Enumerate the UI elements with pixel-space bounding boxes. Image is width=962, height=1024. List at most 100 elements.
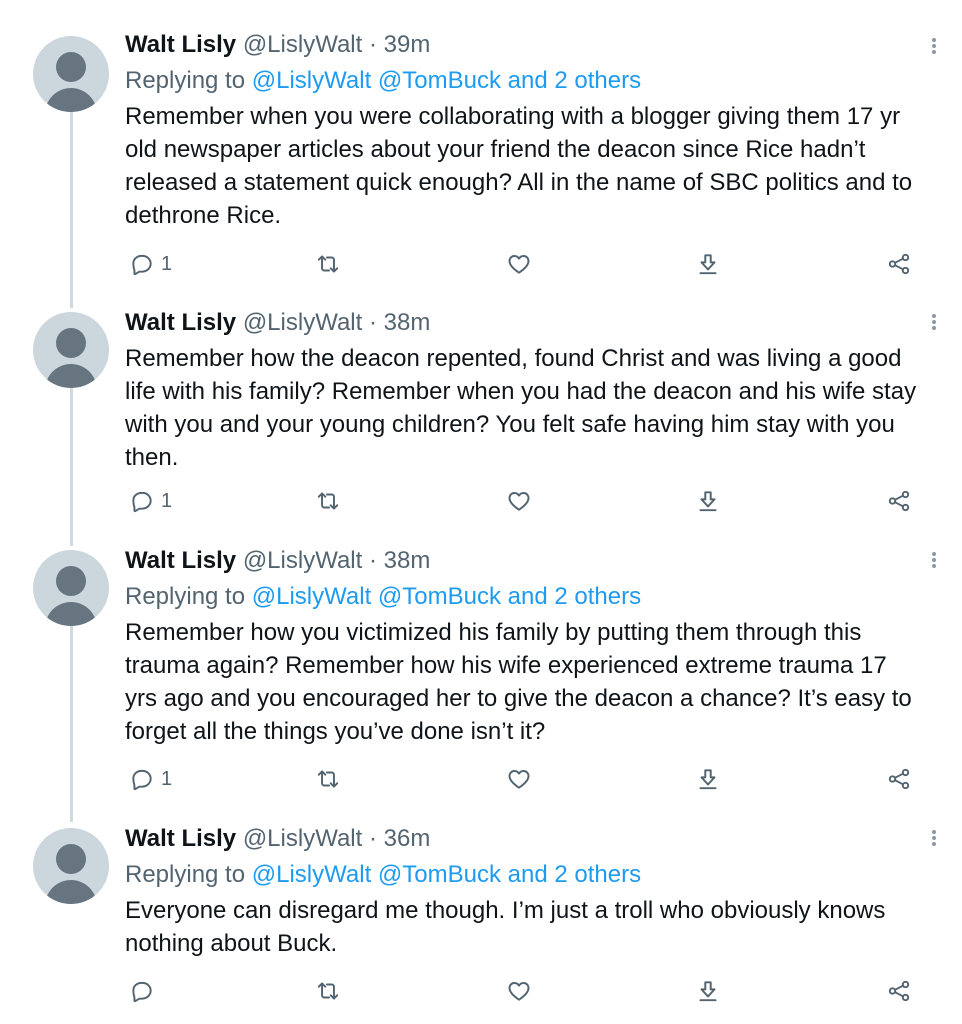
others-link[interactable]: 2 others [554, 861, 641, 888]
share-icon [888, 490, 910, 512]
author-name[interactable]: Walt Lisly [125, 31, 236, 58]
tweet-content: Walt Lisly @LislyWalt · 38m Replying to … [125, 546, 925, 748]
reply-icon [132, 491, 152, 513]
author-name[interactable]: Walt Lisly [125, 825, 236, 852]
share-button[interactable] [886, 249, 912, 279]
retweet-button[interactable] [315, 976, 341, 1006]
more-options-icon[interactable] [927, 36, 941, 60]
timestamp[interactable]: 39m [384, 31, 431, 58]
separator-dot: · [368, 31, 377, 58]
heart-icon [508, 982, 530, 1001]
heart-icon [508, 255, 530, 274]
more-options-icon[interactable] [927, 312, 941, 336]
more-options-icon[interactable] [927, 550, 941, 574]
separator-dot: · [368, 309, 377, 336]
tweet-actions: 1 [125, 249, 925, 279]
retweet-icon [317, 255, 339, 273]
avatar-shoulders [45, 88, 97, 112]
timestamp[interactable]: 38m [384, 309, 431, 336]
author-handle[interactable]: @LislyWalt [243, 31, 362, 58]
avatar-shoulders [45, 364, 97, 388]
thread-line [70, 112, 73, 308]
timestamp[interactable]: 36m [384, 825, 431, 852]
mention-link[interactable]: @TomBuck [378, 67, 501, 94]
retweet-icon [317, 982, 339, 1000]
share-button[interactable] [886, 976, 912, 1006]
heart-icon [508, 770, 530, 789]
tweet-content: Walt Lisly @LislyWalt · 39m Replying to … [125, 30, 925, 232]
retweet-icon [317, 770, 339, 788]
tweet-actions [125, 976, 925, 1006]
like-button[interactable] [506, 249, 532, 279]
replying-prefix: Replying to [125, 583, 246, 610]
reply-icon [132, 254, 152, 276]
mention-link[interactable]: @TomBuck [378, 583, 501, 610]
reply-icon [132, 981, 152, 1003]
share-button[interactable] [886, 486, 912, 516]
share-icon [888, 980, 910, 1002]
author-handle[interactable]: @LislyWalt [243, 547, 362, 574]
separator-dot: · [368, 825, 377, 852]
and-text[interactable]: and [508, 861, 548, 888]
others-link[interactable]: 2 others [554, 583, 641, 610]
reply-icon [132, 769, 152, 791]
download-icon [699, 254, 717, 275]
replying-prefix: Replying to [125, 67, 246, 94]
retweet-button[interactable] [315, 249, 341, 279]
author-handle[interactable]: @LislyWalt [243, 825, 362, 852]
avatar-head [56, 52, 86, 82]
tweet-content: Walt Lisly @LislyWalt · 38m Remember how… [125, 308, 925, 474]
share-button[interactable] [886, 764, 912, 794]
share-icon [888, 253, 910, 275]
reply-button[interactable]: 1 [129, 486, 172, 516]
author-name[interactable]: Walt Lisly [125, 547, 236, 574]
avatar[interactable] [33, 828, 109, 904]
like-button[interactable] [506, 976, 532, 1006]
thread-line [70, 626, 73, 822]
avatar[interactable] [33, 36, 109, 112]
more-options-icon[interactable] [927, 828, 941, 852]
download-button[interactable] [695, 249, 721, 279]
tweet-header: Walt Lisly @LislyWalt · 38m [125, 308, 925, 338]
others-link[interactable]: 2 others [554, 67, 641, 94]
mention-link[interactable]: @LislyWalt [252, 861, 371, 888]
avatar-head [56, 566, 86, 596]
reply-count: 1 [161, 489, 173, 512]
mention-link[interactable]: @LislyWalt [252, 583, 371, 610]
timestamp[interactable]: 38m [384, 547, 431, 574]
download-icon [699, 981, 717, 1002]
share-icon [888, 768, 910, 790]
tweet-header: Walt Lisly @LislyWalt · 36m [125, 824, 925, 854]
mention-link[interactable]: @LislyWalt [252, 67, 371, 94]
reply-button[interactable] [129, 976, 161, 1006]
like-button[interactable] [506, 764, 532, 794]
tweet-text: Remember how the deacon repented, found … [125, 345, 917, 471]
retweet-button[interactable] [315, 486, 341, 516]
download-icon [699, 491, 717, 512]
tweet-actions: 1 [125, 486, 925, 516]
avatar-head [56, 328, 86, 358]
avatar[interactable] [33, 550, 109, 626]
author-name[interactable]: Walt Lisly [125, 309, 236, 336]
download-button[interactable] [695, 976, 721, 1006]
reply-count: 1 [161, 767, 173, 790]
reply-button[interactable]: 1 [129, 764, 172, 794]
reply-button[interactable]: 1 [129, 249, 172, 279]
like-button[interactable] [506, 486, 532, 516]
avatar-shoulders [45, 880, 97, 904]
tweet-header: Walt Lisly @LislyWalt · 39m [125, 30, 925, 60]
avatar[interactable] [33, 312, 109, 388]
retweet-button[interactable] [315, 764, 341, 794]
replying-prefix: Replying to [125, 861, 246, 888]
download-button[interactable] [695, 486, 721, 516]
and-text[interactable]: and [508, 67, 548, 94]
replying-to: Replying to @LislyWalt @TomBuck and 2 ot… [125, 860, 925, 890]
mention-link[interactable]: @TomBuck [378, 861, 501, 888]
and-text[interactable]: and [508, 583, 548, 610]
author-handle[interactable]: @LislyWalt [243, 309, 362, 336]
download-icon [699, 769, 717, 790]
retweet-icon [317, 492, 339, 510]
reply-count: 1 [161, 252, 173, 275]
tweet-actions: 1 [125, 764, 925, 794]
download-button[interactable] [695, 764, 721, 794]
